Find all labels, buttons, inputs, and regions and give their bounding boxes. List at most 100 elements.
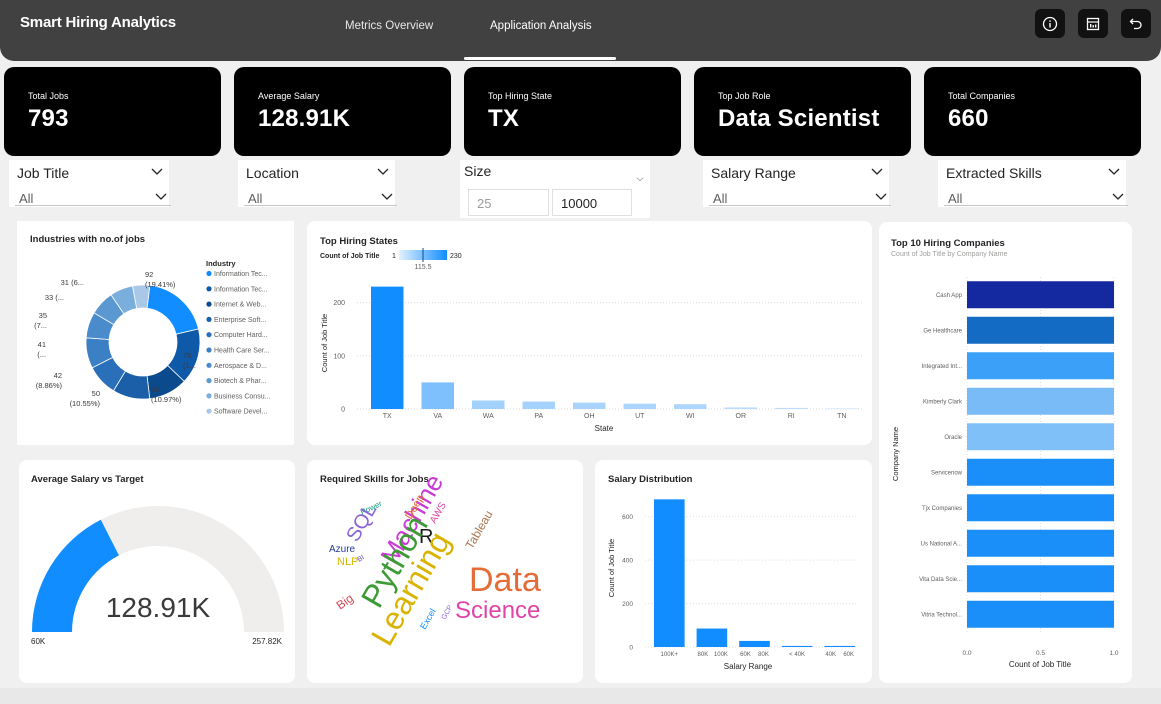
- state-bar[interactable]: [573, 402, 606, 409]
- x-tick-label: 1.0: [1109, 650, 1118, 657]
- legend-item[interactable]: Information Tec...: [214, 271, 268, 278]
- state-bar[interactable]: [522, 401, 556, 409]
- legend-item[interactable]: Health Care Ser...: [214, 348, 270, 355]
- y-tick-label: Ge Healthcare: [923, 328, 962, 334]
- report-button[interactable]: [1078, 9, 1108, 38]
- y-tick-label: Cash App: [936, 293, 963, 299]
- legend-swatch: [206, 408, 212, 414]
- donut-data-label-pct: (8.86%): [36, 381, 63, 390]
- company-bar[interactable]: [967, 423, 1114, 451]
- donut-slice[interactable]: [146, 284, 199, 335]
- legend-item[interactable]: Aerospace & D...: [214, 363, 267, 370]
- legend-item[interactable]: Internet & Web...: [214, 302, 266, 309]
- chevron-down-icon[interactable]: [377, 166, 389, 176]
- wordcloud-word[interactable]: Big: [334, 591, 356, 612]
- state-bar[interactable]: [421, 382, 455, 409]
- app-title: Smart Hiring Analytics: [20, 14, 176, 31]
- state-bar[interactable]: [825, 408, 859, 409]
- company-bar[interactable]: [967, 529, 1114, 557]
- donut-data-label: 75: [183, 351, 191, 360]
- x-tick-label: TX: [383, 413, 392, 420]
- industries-donut-chart: 92(19.41%)75(1...52(10.97%)50(10.55%)42(…: [34, 259, 270, 416]
- kpi-value: 793: [28, 105, 69, 132]
- legend-max: 230: [450, 253, 462, 260]
- salary-bar[interactable]: [824, 645, 855, 647]
- slicer-dropdown[interactable]: All: [709, 186, 891, 206]
- tab-metrics-overview[interactable]: Metrics Overview: [345, 20, 433, 32]
- donut-data-label-pct: (19.41%): [145, 280, 176, 289]
- size-min-input[interactable]: 25: [468, 189, 549, 216]
- salary-bar[interactable]: [739, 640, 770, 647]
- company-bar[interactable]: [967, 600, 1114, 628]
- state-bar[interactable]: [472, 400, 505, 409]
- donut-data-label-pct: (1...: [183, 361, 196, 370]
- size-max-input[interactable]: 10000: [552, 189, 632, 216]
- chevron-down-icon: [1112, 193, 1124, 200]
- y-tick-label: 200: [333, 300, 345, 307]
- donut-data-label: 92: [145, 270, 153, 279]
- chevron-down-icon: [381, 193, 393, 200]
- state-bar[interactable]: [724, 407, 758, 409]
- state-bar[interactable]: [775, 407, 808, 409]
- wordcloud-word[interactable]: Data: [469, 561, 541, 599]
- app-header: Smart Hiring Analytics Metrics Overview …: [0, 0, 1161, 61]
- company-bar[interactable]: [967, 352, 1114, 380]
- legend-item[interactable]: Computer Hard...: [214, 332, 268, 339]
- tab-application-analysis[interactable]: Application Analysis: [490, 20, 592, 32]
- slicer-value: All: [19, 191, 34, 206]
- x-tick-label: 0.0: [962, 650, 971, 657]
- x-axis-title: State: [595, 424, 614, 433]
- wordcloud-word[interactable]: GCP: [441, 604, 455, 621]
- legend-item[interactable]: Business Consu...: [214, 393, 270, 400]
- info-icon: [1042, 16, 1058, 31]
- slicer-dropdown[interactable]: All: [15, 186, 171, 206]
- slicer-dropdown[interactable]: All: [244, 186, 397, 206]
- salary-bar[interactable]: [654, 499, 685, 647]
- back-button[interactable]: [1121, 9, 1151, 38]
- legend-swatch: [206, 332, 212, 338]
- state-bar[interactable]: [371, 286, 404, 409]
- y-tick-label: Kimberly Clark: [923, 399, 963, 405]
- salary-bar[interactable]: [696, 628, 728, 647]
- info-button[interactable]: [1035, 9, 1065, 38]
- industries-donut-panel: Industries with no.of jobs 92 (19.41%) 75(…: [17, 221, 294, 445]
- slicer-dropdown[interactable]: All: [944, 186, 1128, 206]
- legend-item[interactable]: Enterprise Soft...: [214, 317, 266, 324]
- wordcloud-word[interactable]: Excel: [418, 607, 438, 631]
- wordcloud-word[interactable]: NLP: [337, 556, 358, 568]
- legend-item[interactable]: Information Tec...: [214, 286, 268, 293]
- x-tick-label: 80K: [698, 652, 709, 658]
- legend-swatch: [206, 362, 212, 368]
- company-bar[interactable]: [967, 458, 1114, 486]
- kpi-value: 660: [948, 105, 989, 132]
- kpi-top-job-role: Top Job Role Data Scientist: [694, 67, 911, 156]
- legend-item[interactable]: Software Devel...: [214, 409, 267, 416]
- slicer-value: All: [248, 191, 263, 206]
- state-bar[interactable]: [623, 403, 657, 409]
- wordcloud-word[interactable]: Science: [455, 597, 540, 624]
- company-bar[interactable]: [967, 494, 1114, 522]
- back-icon: [1129, 18, 1142, 29]
- company-bar[interactable]: [967, 281, 1114, 309]
- legend-item[interactable]: Biotech & Phar...: [214, 378, 266, 385]
- x-tick-label: TN: [837, 413, 846, 420]
- chevron-down-icon[interactable]: [151, 166, 163, 176]
- company-bar[interactable]: [967, 316, 1114, 344]
- chevron-down-icon[interactable]: [871, 166, 883, 176]
- company-bar[interactable]: [967, 565, 1114, 593]
- legend-swatch: [206, 301, 212, 307]
- legend-swatch: [206, 393, 212, 399]
- wordcloud-word[interactable]: Azure: [329, 544, 356, 555]
- salary-bar[interactable]: [781, 645, 813, 647]
- chevron-down-icon[interactable]: [1108, 166, 1120, 176]
- kpi-label: Average Salary: [258, 91, 320, 101]
- state-bar[interactable]: [674, 404, 707, 409]
- legend-min: 1: [392, 253, 396, 260]
- y-tick-label: Vita Data Scie...: [919, 577, 962, 583]
- chevron-down-icon[interactable]: [636, 176, 644, 182]
- top-companies-chart: Company Name Count of Job Title 0.0 0.5 1.…: [891, 277, 1119, 669]
- top-hiring-states-chart: Count of Job Title 1 230 115.5 Count of …: [320, 248, 862, 433]
- slicer-size: Size 25 10000: [460, 160, 650, 218]
- wordcloud-word[interactable]: Tableau: [462, 508, 495, 551]
- company-bar[interactable]: [967, 387, 1114, 415]
